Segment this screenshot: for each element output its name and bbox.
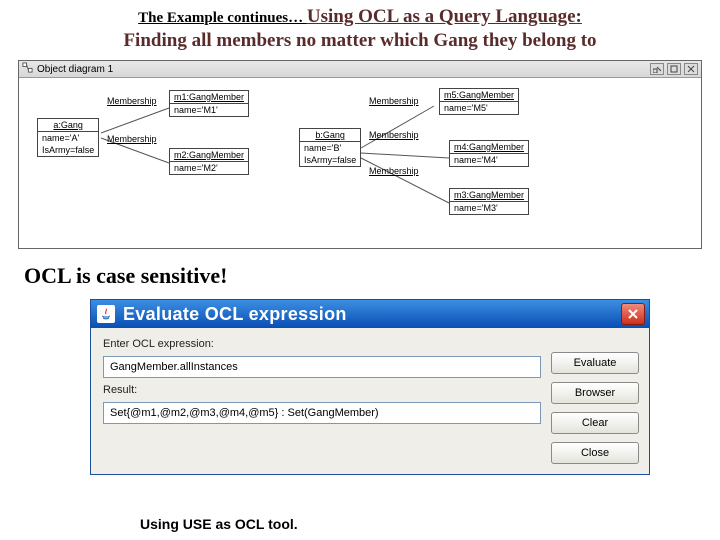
- node-title: a:Gang: [38, 119, 98, 132]
- node-m4[interactable]: m4:GangMember name='M4': [449, 140, 529, 167]
- close-icon: [627, 308, 639, 320]
- node-attr: IsArmy=false: [300, 154, 360, 166]
- close-panel-button[interactable]: [684, 63, 698, 75]
- node-title: m4:GangMember: [450, 141, 528, 154]
- case-sensitive-warning: OCL is case sensitive!: [24, 263, 696, 289]
- node-m1[interactable]: m1:GangMember name='M1': [169, 90, 249, 117]
- node-attr: name='B': [300, 142, 360, 154]
- header-line-2: Finding all members no matter which Gang…: [20, 30, 700, 52]
- node-m3[interactable]: m3:GangMember name='M3': [449, 188, 529, 215]
- dialog-titlebar[interactable]: Evaluate OCL expression: [91, 300, 649, 328]
- enter-label: Enter OCL expression:: [103, 338, 541, 350]
- dialog-buttons: Evaluate Browser Clear Close: [551, 338, 639, 464]
- object-diagram-frame: Object diagram 1 a:Gang name='A' IsArmy=…: [18, 60, 702, 249]
- object-diagram-title: Object diagram 1: [37, 64, 113, 75]
- node-m5[interactable]: m5:GangMember name='M5': [439, 88, 519, 115]
- membership-label: Membership: [107, 134, 157, 144]
- node-title: m1:GangMember: [170, 91, 248, 104]
- close-button[interactable]: [621, 303, 645, 325]
- node-attr: name='M5': [440, 102, 518, 114]
- node-attr: name='M1': [170, 104, 248, 116]
- dialog-fields: Enter OCL expression: Result:: [103, 338, 541, 464]
- node-title: m5:GangMember: [440, 89, 518, 102]
- membership-label: Membership: [369, 130, 419, 140]
- window-controls: [650, 63, 698, 75]
- node-attr: IsArmy=false: [38, 144, 98, 156]
- footer-note: Using USE as OCL tool.: [140, 516, 298, 532]
- node-title: m2:GangMember: [170, 149, 248, 162]
- dialog-wrap: Evaluate OCL expression Enter OCL expres…: [90, 299, 650, 475]
- result-output: [103, 402, 541, 424]
- header-main: Using OCL as a Query Language:: [307, 6, 582, 27]
- ocl-expression-input[interactable]: [103, 356, 541, 378]
- node-attr: name='M4': [450, 154, 528, 166]
- node-a-gang[interactable]: a:Gang name='A' IsArmy=false: [37, 118, 99, 157]
- node-attr: name='M2': [170, 162, 248, 174]
- header-prefix: The Example continues…: [138, 10, 307, 26]
- slide-header: The Example continues… Using OCL as a Qu…: [0, 0, 720, 54]
- object-diagram-canvas[interactable]: a:Gang name='A' IsArmy=false Membership …: [19, 78, 701, 248]
- node-title: m3:GangMember: [450, 189, 528, 202]
- membership-label: Membership: [369, 166, 419, 176]
- maximize-button[interactable]: [667, 63, 681, 75]
- membership-label: Membership: [107, 96, 157, 106]
- header-line-1: The Example continues… Using OCL as a Qu…: [20, 6, 700, 28]
- membership-label: Membership: [369, 96, 419, 106]
- dialog-body: Enter OCL expression: Result: Evaluate B…: [91, 328, 649, 474]
- result-label: Result:: [103, 384, 541, 396]
- minimize-button[interactable]: [650, 63, 664, 75]
- evaluate-ocl-dialog: Evaluate OCL expression Enter OCL expres…: [90, 299, 650, 475]
- java-icon: [97, 305, 115, 323]
- node-b-gang[interactable]: b:Gang name='B' IsArmy=false: [299, 128, 361, 167]
- node-attr: name='A': [38, 132, 98, 144]
- evaluate-button[interactable]: Evaluate: [551, 352, 639, 374]
- object-diagram-titlebar: Object diagram 1: [19, 61, 701, 78]
- object-diagram-icon: [22, 62, 33, 76]
- node-attr: name='M3': [450, 202, 528, 214]
- dialog-title: Evaluate OCL expression: [123, 304, 347, 325]
- node-title: b:Gang: [300, 129, 360, 142]
- close-dialog-button[interactable]: Close: [551, 442, 639, 464]
- node-m2[interactable]: m2:GangMember name='M2': [169, 148, 249, 175]
- browser-button[interactable]: Browser: [551, 382, 639, 404]
- clear-button[interactable]: Clear: [551, 412, 639, 434]
